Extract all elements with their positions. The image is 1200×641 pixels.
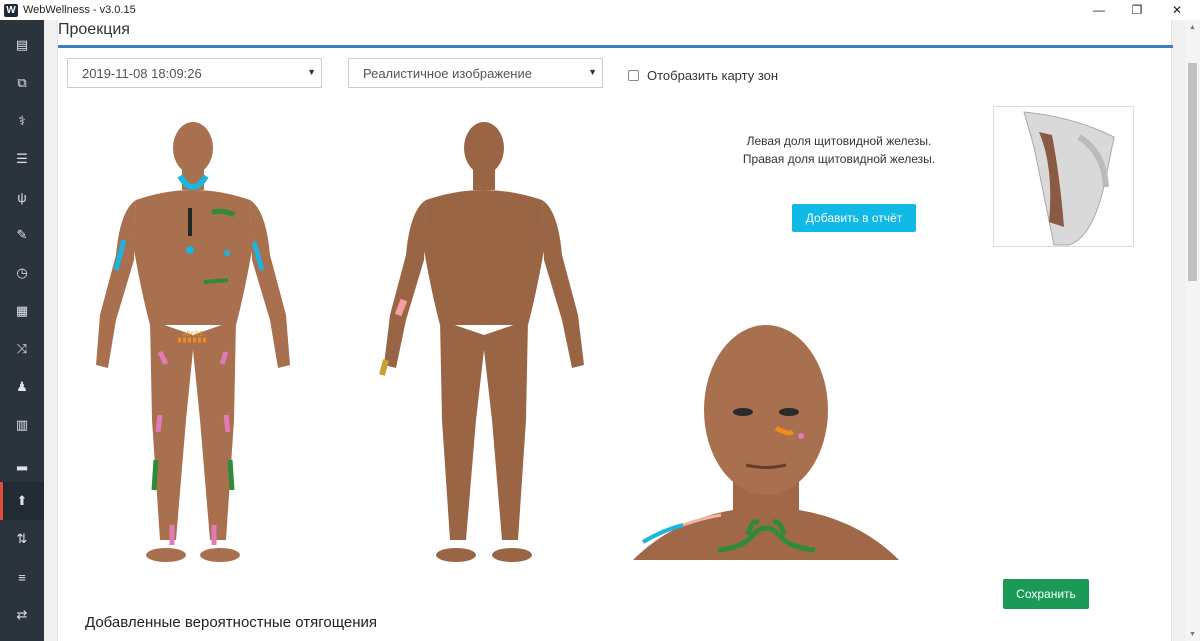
cutlery-icon[interactable]: ψ bbox=[0, 178, 44, 216]
finding-left-thyroid: Левая доля щитовидной железы. bbox=[746, 134, 932, 148]
calculator-icon[interactable]: ▦ bbox=[0, 292, 44, 330]
view-mode-select[interactable]: Реалистичное изображение ▼ bbox=[348, 58, 603, 88]
minimize-button[interactable]: — bbox=[1082, 0, 1116, 20]
date-select[interactable]: 2019-11-08 18:09:26 ▼ bbox=[67, 58, 322, 88]
title-bar: W WebWellness - v3.0.15 — ❐ ✕ bbox=[0, 0, 1200, 20]
view-mode-select-value: Реалистичное изображение bbox=[363, 65, 532, 81]
pencil-icon[interactable]: ✎ bbox=[0, 216, 44, 254]
list-icon[interactable]: ≡ bbox=[0, 558, 44, 596]
scroll-down-icon[interactable]: ▼ bbox=[1185, 627, 1200, 641]
page-title: Проекция bbox=[58, 21, 130, 38]
window-title: WebWellness - v3.0.15 bbox=[23, 4, 136, 16]
zone-map-toggle[interactable]: Отобразить карту зон bbox=[628, 68, 778, 83]
sliders-icon[interactable]: ☰ bbox=[0, 140, 44, 178]
bar-chart-icon[interactable]: ▥ bbox=[0, 406, 44, 444]
add-to-report-button[interactable]: Добавить в отчёт bbox=[792, 204, 916, 232]
id-card-icon[interactable]: ▤ bbox=[0, 26, 44, 64]
organ-thumbnail bbox=[993, 106, 1134, 247]
finding-right-thyroid: Правая доля щитовидной железы. bbox=[742, 152, 936, 166]
chevron-down-icon: ▼ bbox=[307, 67, 316, 77]
head-closeup-figure bbox=[633, 325, 899, 560]
body-back-figure bbox=[379, 122, 584, 562]
projection-panel: Проекция 2019-11-08 18:09:26 ▼ Реалистич… bbox=[57, 20, 1173, 641]
clock-icon[interactable]: ◷ bbox=[0, 254, 44, 292]
chevron-down-icon: ▼ bbox=[588, 67, 597, 77]
sidebar: ▤ ⧉ ⚕ ☰ ψ ✎ ◷ ▦ ⤨ ♟ ▥ ▂ ⬆ ⇅ ≡ ⇄ bbox=[0, 20, 44, 641]
stethoscope-icon[interactable]: ⚕ bbox=[0, 102, 44, 140]
restore-button[interactable]: ❐ bbox=[1120, 0, 1154, 20]
close-button[interactable]: ✕ bbox=[1160, 0, 1194, 20]
arrow-up-icon[interactable]: ⬆ bbox=[0, 482, 44, 520]
person-icon[interactable]: ♟ bbox=[0, 368, 44, 406]
scrollbar-thumb[interactable] bbox=[1188, 63, 1197, 281]
zone-map-checkbox[interactable] bbox=[628, 70, 639, 81]
app-logo-icon: W bbox=[4, 3, 18, 17]
sort-numeric-icon[interactable]: ⇅ bbox=[0, 520, 44, 558]
vertical-scrollbar[interactable]: ▲ ▼ bbox=[1185, 20, 1200, 641]
scroll-up-icon[interactable]: ▲ bbox=[1185, 20, 1200, 34]
save-button[interactable]: Сохранить bbox=[1003, 579, 1089, 609]
body-front-figure: ABCDE bbox=[96, 122, 290, 562]
title-divider bbox=[58, 45, 1173, 48]
zone-letters-label: ABCDE bbox=[183, 331, 204, 338]
signal-icon[interactable]: ▂ bbox=[0, 444, 44, 482]
added-burdens-heading: Добавленные вероятностные отягощения bbox=[85, 614, 378, 631]
exchange-icon[interactable]: ⇄ bbox=[0, 596, 44, 634]
shuffle-icon[interactable]: ⤨ bbox=[0, 330, 44, 368]
copy-icon[interactable]: ⧉ bbox=[0, 64, 44, 102]
zone-map-label: Отобразить карту зон bbox=[647, 68, 779, 83]
date-select-value: 2019-11-08 18:09:26 bbox=[82, 65, 202, 81]
main-area: Проекция 2019-11-08 18:09:26 ▼ Реалистич… bbox=[44, 20, 1185, 641]
